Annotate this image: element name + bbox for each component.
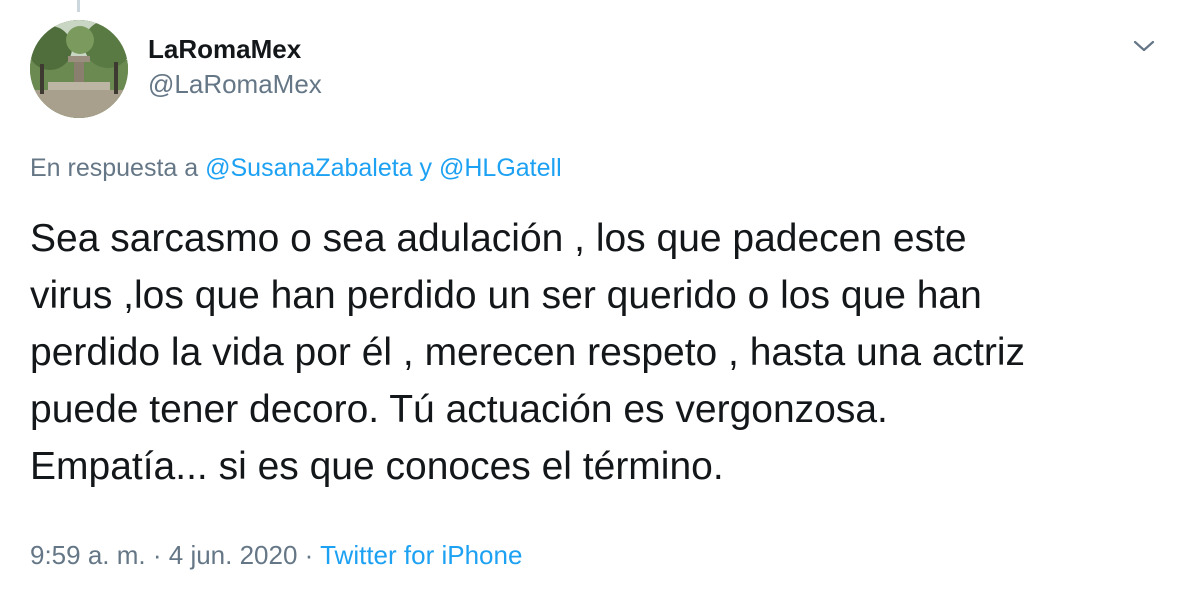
mention-link-1[interactable]: @SusanaZabaleta bbox=[205, 154, 412, 182]
user-info: LaRomaMex @LaRomaMex bbox=[148, 32, 322, 102]
user-handle[interactable]: @LaRomaMex bbox=[148, 66, 322, 102]
display-name[interactable]: LaRomaMex bbox=[148, 32, 322, 66]
reply-conjunction: y bbox=[419, 154, 433, 182]
mention-link-2[interactable]: @HLGatell bbox=[439, 154, 562, 182]
chevron-down-icon bbox=[1133, 40, 1155, 52]
tweet-time[interactable]: 9:59 a. m. bbox=[30, 540, 146, 570]
reply-context: En respuesta a @SusanaZabaleta y @HLGate… bbox=[30, 150, 562, 186]
more-options-button[interactable] bbox=[1124, 30, 1164, 62]
park-photo-avatar bbox=[30, 20, 128, 118]
tweet-date[interactable]: 4 jun. 2020 bbox=[169, 540, 298, 570]
tweet-header: LaRomaMex @LaRomaMex bbox=[30, 20, 1164, 120]
thread-line bbox=[77, 0, 80, 12]
tweet-meta: 9:59 a. m. · 4 jun. 2020 · Twitter for i… bbox=[30, 536, 522, 574]
tweet-source-link[interactable]: Twitter for iPhone bbox=[320, 540, 522, 570]
tweet-text: Sea sarcasmo o sea adulación , los que p… bbox=[30, 217, 1026, 488]
avatar[interactable] bbox=[30, 20, 128, 118]
reply-prefix: En respuesta a bbox=[30, 154, 199, 182]
meta-separator: · bbox=[304, 540, 314, 570]
meta-separator: · bbox=[152, 540, 162, 570]
